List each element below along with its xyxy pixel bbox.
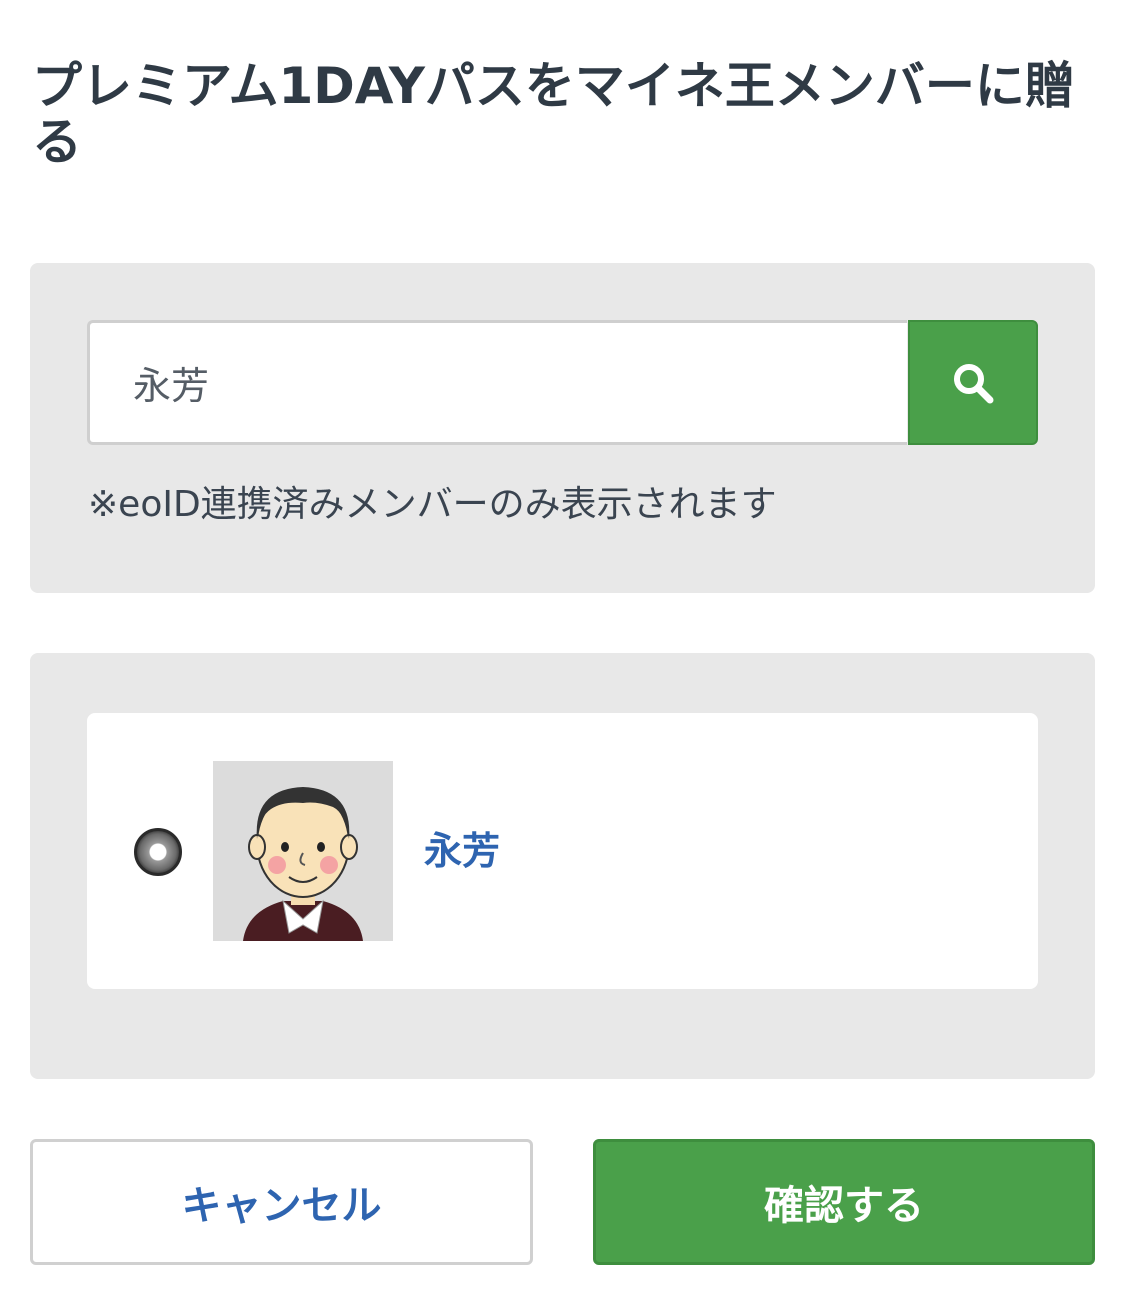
search-input[interactable] (87, 320, 907, 445)
member-name[interactable]: 永芳 (424, 827, 500, 875)
avatar-image (213, 761, 393, 941)
avatar (213, 761, 393, 941)
member-radio[interactable] (134, 828, 182, 876)
confirm-button[interactable]: 確認する (593, 1139, 1095, 1265)
results-panel: 永芳 (30, 653, 1095, 1079)
member-card[interactable]: 永芳 (87, 713, 1038, 989)
cancel-button[interactable]: キャンセル (30, 1139, 533, 1265)
search-button[interactable] (908, 320, 1038, 445)
page-title: プレミアム1DAYパスをマイネ王メンバーに贈る (32, 57, 1075, 171)
search-panel: ※eoID連携済みメンバーのみ表示されます (30, 263, 1095, 593)
search-icon (954, 363, 994, 403)
search-note: ※eoID連携済みメンバーのみ表示されます (88, 484, 777, 525)
